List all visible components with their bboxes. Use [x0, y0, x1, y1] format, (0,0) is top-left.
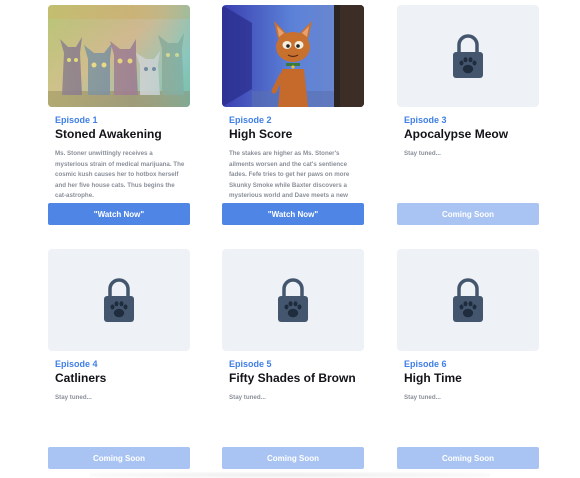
episode-1-number: Episode 1 [55, 115, 98, 125]
episode-3-coming-soon-button: Coming Soon [397, 203, 539, 225]
episode-6-number: Episode 6 [404, 359, 447, 369]
episode-1-title: Stoned Awakening [55, 127, 162, 141]
episode-1-watch-now-button[interactable]: "Watch Now" [48, 203, 190, 225]
episode-card-3: Episode 3 Apocalypse Meow Stay tuned... … [397, 5, 539, 225]
cats-scene-image [48, 5, 190, 107]
episode-card-5: Episode 5 Fifty Shades of Brown Stay tun… [222, 249, 364, 469]
episode-2-number: Episode 2 [229, 115, 272, 125]
episode-5-number: Episode 5 [229, 359, 272, 369]
episode-grid: Episode 1 Stoned Awakening Ms. Stoner un… [0, 0, 580, 478]
episode-4-title: Catliners [55, 371, 107, 385]
episode-4-thumbnail [48, 249, 190, 351]
cat-hallway-image [222, 5, 364, 107]
episode-card-6: Episode 6 High Time Stay tuned... Coming… [397, 249, 539, 469]
episode-4-description: Stay tuned... [55, 394, 92, 401]
episode-1-description: Ms. Stoner unwittingly receives a myster… [55, 150, 185, 199]
episode-2-thumbnail[interactable] [222, 5, 364, 107]
episode-6-title: High Time [404, 371, 462, 385]
episode-4-number: Episode 4 [55, 359, 98, 369]
episode-card-2: Episode 2 High Score The stakes are high… [222, 5, 364, 225]
episode-2-watch-now-button[interactable]: "Watch Now" [222, 203, 364, 225]
episode-5-coming-soon-button: Coming Soon [222, 447, 364, 469]
episode-2-title: High Score [229, 127, 293, 141]
episode-6-coming-soon-button: Coming Soon [397, 447, 539, 469]
episode-card-4: Episode 4 Catliners Stay tuned... Coming… [48, 249, 190, 469]
episode-4-coming-soon-button: Coming Soon [48, 447, 190, 469]
episode-3-title: Apocalypse Meow [404, 127, 509, 141]
episode-3-number: Episode 3 [404, 115, 447, 125]
lock-paw-icon [278, 278, 308, 322]
page-bottom-shadow [90, 472, 490, 478]
episode-3-thumbnail [397, 5, 539, 107]
episode-5-title: Fifty Shades of Brown [229, 371, 356, 385]
lock-paw-icon [453, 34, 483, 78]
lock-paw-icon [104, 278, 134, 322]
episode-6-thumbnail [397, 249, 539, 351]
episode-5-description: Stay tuned... [229, 394, 266, 401]
episode-3-description: Stay tuned... [404, 150, 441, 157]
episode-card-1: Episode 1 Stoned Awakening Ms. Stoner un… [48, 5, 190, 225]
episode-1-thumbnail[interactable] [48, 5, 190, 107]
lock-paw-icon [453, 278, 483, 322]
episode-6-description: Stay tuned... [404, 394, 441, 401]
episode-5-thumbnail [222, 249, 364, 351]
